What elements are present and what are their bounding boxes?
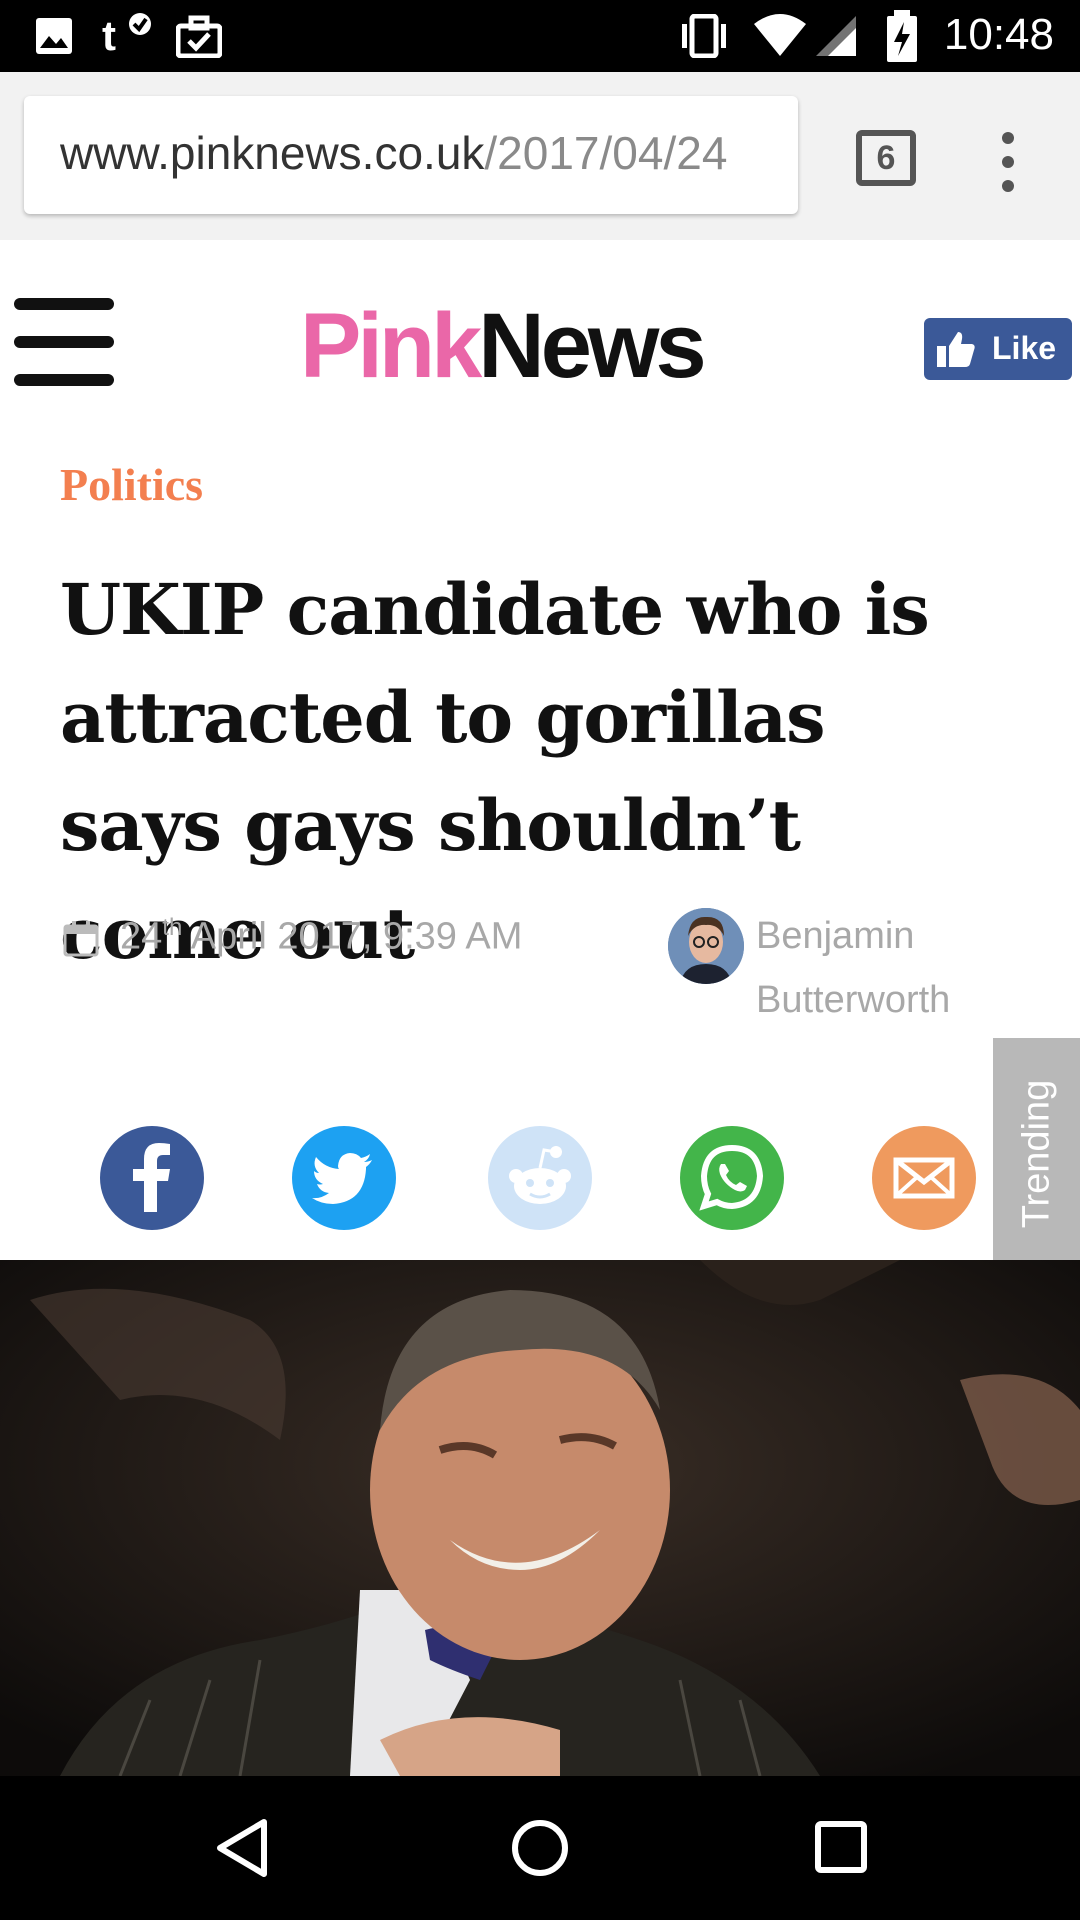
email-icon — [893, 1157, 955, 1199]
author-last-name: Butterworth — [756, 979, 951, 1021]
signal-icon — [816, 16, 856, 56]
author-first-name: Benjamin — [756, 915, 915, 957]
share-twitter-button[interactable] — [292, 1126, 396, 1230]
reddit-icon — [509, 1146, 571, 1204]
android-nav-bar — [0, 1776, 1080, 1920]
share-facebook-button[interactable] — [100, 1126, 204, 1230]
back-button-icon[interactable] — [212, 1816, 272, 1880]
author-avatar[interactable] — [668, 908, 744, 984]
date-rest: April 2017, 9:39 AM — [182, 915, 523, 958]
twitter-icon — [312, 1153, 372, 1204]
thumbs-up-icon — [937, 332, 975, 367]
image-icon — [36, 18, 72, 54]
date-day: 24 — [120, 915, 163, 958]
url-text[interactable]: www.pinknews.co.uk/2017/04/24 — [60, 126, 727, 180]
site-logo[interactable]: PinkNews — [300, 294, 707, 399]
share-reddit-button[interactable] — [488, 1126, 592, 1230]
trending-label: Trending — [1015, 1079, 1057, 1229]
recents-button-icon[interactable] — [814, 1820, 868, 1874]
battery-charging-icon — [887, 10, 917, 62]
t-mobile-icon: t — [102, 12, 151, 58]
share-email-button[interactable] — [872, 1126, 976, 1230]
url-path: /2017/04/24 — [484, 127, 728, 179]
facebook-icon — [133, 1143, 170, 1212]
tab-switcher-button[interactable]: 6 — [856, 130, 916, 186]
date-suffix: th — [162, 914, 183, 941]
article-date: 24th April 2017, 9:39 AM — [120, 914, 522, 959]
site-header: PinkNews Like — [0, 240, 1080, 410]
browser-toolbar: www.pinknews.co.uk/2017/04/24 6 — [0, 72, 1080, 242]
hamburger-menu-icon[interactable] — [14, 298, 114, 386]
status-bar: t 10:48 — [0, 0, 1080, 72]
wifi-icon — [754, 14, 806, 56]
calendar-icon — [63, 921, 99, 957]
logo-news-text: News — [478, 295, 706, 397]
share-whatsapp-button[interactable] — [680, 1126, 784, 1230]
logo-pink-text: Pink — [300, 295, 482, 397]
author-name[interactable]: Benjamin Butterworth — [756, 904, 996, 1032]
home-button-icon[interactable] — [510, 1818, 570, 1878]
status-time: 10:48 — [943, 10, 1054, 59]
briefcase-check-icon — [176, 15, 222, 58]
facebook-like-button[interactable]: Like — [924, 318, 1072, 380]
vibrate-icon — [682, 14, 726, 58]
article-hero-image[interactable] — [0, 1260, 1080, 1776]
overflow-menu-icon[interactable] — [996, 130, 1020, 194]
laughing-man-photo — [0, 1260, 1080, 1776]
url-domain: www.pinknews.co.uk — [60, 127, 485, 179]
author-portrait-image — [668, 908, 744, 984]
url-bar[interactable]: www.pinknews.co.uk/2017/04/24 — [24, 96, 798, 214]
article-category[interactable]: Politics — [60, 458, 203, 511]
trending-tab[interactable]: Trending — [993, 1038, 1080, 1270]
whatsapp-icon — [699, 1144, 764, 1211]
like-label: Like — [992, 330, 1057, 366]
svg-text:t: t — [102, 12, 116, 58]
